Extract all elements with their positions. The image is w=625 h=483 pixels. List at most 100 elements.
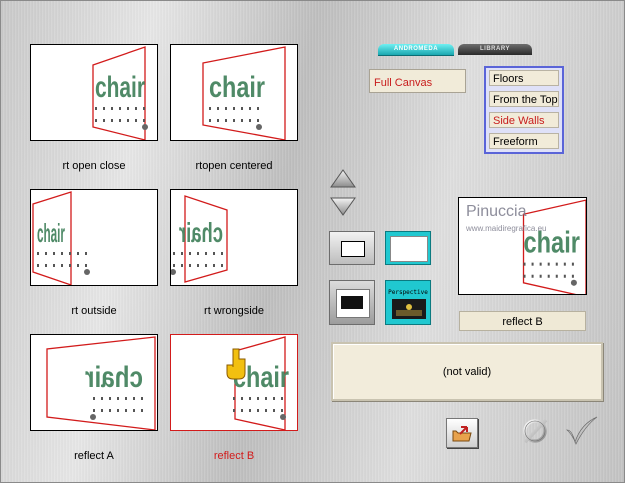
detail-dot xyxy=(273,409,275,412)
detail-dot xyxy=(143,107,145,110)
mode-field[interactable]: Full Canvas xyxy=(369,69,466,93)
detail-dot xyxy=(109,397,111,400)
detail-dot xyxy=(205,264,207,267)
detail-dot xyxy=(571,262,574,266)
detail-dot xyxy=(265,397,267,400)
preset-name-field[interactable]: reflect B xyxy=(459,311,586,331)
detail-dot xyxy=(523,262,526,266)
detail-dot xyxy=(135,107,137,110)
detail-dot xyxy=(135,119,137,122)
thumb-artwork: chair xyxy=(226,336,289,430)
detail-dot xyxy=(233,397,235,400)
white-frame-button[interactable] xyxy=(329,231,375,265)
detail-knob xyxy=(90,414,96,420)
preset-thumb-rt-open-close[interactable]: chair xyxy=(30,44,158,141)
detail-dot xyxy=(127,107,129,110)
white-rect-icon xyxy=(390,236,428,262)
detail-dot xyxy=(233,119,235,122)
tab-library[interactable]: LIBRARY xyxy=(458,44,532,55)
detail-dot xyxy=(257,119,259,122)
thumb-artwork: chair xyxy=(202,46,286,140)
detail-dot xyxy=(563,262,566,266)
cyan-frame-button[interactable] xyxy=(385,231,431,265)
detail-dot xyxy=(217,107,219,110)
detail-dot xyxy=(61,264,63,267)
option-from-the-top[interactable]: From the Top xyxy=(489,91,559,107)
detail-dot xyxy=(69,264,71,267)
detail-dot xyxy=(241,119,243,122)
cancel-icon[interactable] xyxy=(520,416,550,446)
chair-text: chair xyxy=(179,217,223,248)
detail-dot xyxy=(209,107,211,110)
detail-dot xyxy=(133,397,135,400)
plane-group: chair xyxy=(171,195,228,283)
detail-dot xyxy=(103,107,105,110)
detail-dot xyxy=(189,252,191,255)
detail-dot xyxy=(257,409,259,412)
plane-group: chair xyxy=(522,199,586,294)
detail-dot xyxy=(221,252,223,255)
detail-dot xyxy=(37,264,39,267)
detail-knob xyxy=(570,279,577,286)
preset-caption: rt wrongside xyxy=(204,305,264,317)
detail-dot xyxy=(213,264,215,267)
arrow-up-icon[interactable] xyxy=(329,168,357,190)
frame-preview xyxy=(336,289,370,318)
detail-dot xyxy=(119,107,121,110)
preset-thumb-reflect-b[interactable]: chair xyxy=(170,334,298,431)
detail-dot xyxy=(189,264,191,267)
detail-dot xyxy=(133,409,135,412)
watermark-url: www.maidiregrafica.eu xyxy=(466,224,547,233)
detail-dot xyxy=(225,119,227,122)
detail-dot xyxy=(37,252,39,255)
preset-thumb-rt-wrongside[interactable]: chair xyxy=(170,189,298,286)
detail-dot xyxy=(209,119,211,122)
detail-dot xyxy=(539,274,542,278)
option-freeform[interactable]: Freeform xyxy=(489,133,559,149)
detail-knob xyxy=(256,124,262,130)
detail-dot xyxy=(127,119,129,122)
status-box: (not valid) xyxy=(331,342,603,401)
watermark-title: Pinuccia xyxy=(466,203,527,220)
detail-dot xyxy=(45,264,47,267)
plane-group: chair xyxy=(233,336,289,430)
detail-dot xyxy=(531,262,534,266)
preset-thumb-reflect-a[interactable]: chair xyxy=(30,334,158,431)
detail-dot xyxy=(101,409,103,412)
detail-dot xyxy=(249,107,251,110)
detail-dot xyxy=(109,409,111,412)
detail-knob xyxy=(142,124,148,130)
detail-dot xyxy=(53,264,55,267)
detail-dot xyxy=(111,107,113,110)
detail-dot xyxy=(77,264,79,267)
detail-dot xyxy=(547,262,550,266)
perspective-button[interactable]: Perspective xyxy=(385,280,431,325)
preset-caption: rtopen centered xyxy=(195,160,273,172)
detail-dot xyxy=(257,397,259,400)
ok-checkmark-icon[interactable] xyxy=(563,414,599,446)
detail-dot xyxy=(281,409,283,412)
detail-dot xyxy=(85,252,87,255)
detail-dot xyxy=(103,119,105,122)
detail-dot xyxy=(249,119,251,122)
thumb-artwork: chair xyxy=(171,195,228,283)
arrow-down-icon[interactable] xyxy=(329,195,357,217)
detail-dot xyxy=(265,409,267,412)
detail-dot xyxy=(143,119,145,122)
detail-dot xyxy=(555,274,558,278)
option-side-walls[interactable]: Side Walls xyxy=(489,112,559,128)
detail-dot xyxy=(221,264,223,267)
dark-frame-button[interactable] xyxy=(329,280,375,325)
open-folder-button[interactable] xyxy=(446,418,478,448)
black-rect-icon xyxy=(341,296,363,309)
preset-thumb-rtopen-centered[interactable]: chair xyxy=(170,44,298,141)
perspective-label: Perspective xyxy=(388,289,428,296)
tab-andromeda[interactable]: ANDROMEDA xyxy=(378,44,454,55)
detail-dot xyxy=(281,397,283,400)
detail-dot xyxy=(53,252,55,255)
preset-thumb-rt-outside[interactable]: chair xyxy=(30,189,158,286)
detail-dot xyxy=(69,252,71,255)
option-floors[interactable]: Floors xyxy=(489,70,559,86)
thumb-artwork: chair xyxy=(92,46,148,140)
detail-dot xyxy=(241,409,243,412)
